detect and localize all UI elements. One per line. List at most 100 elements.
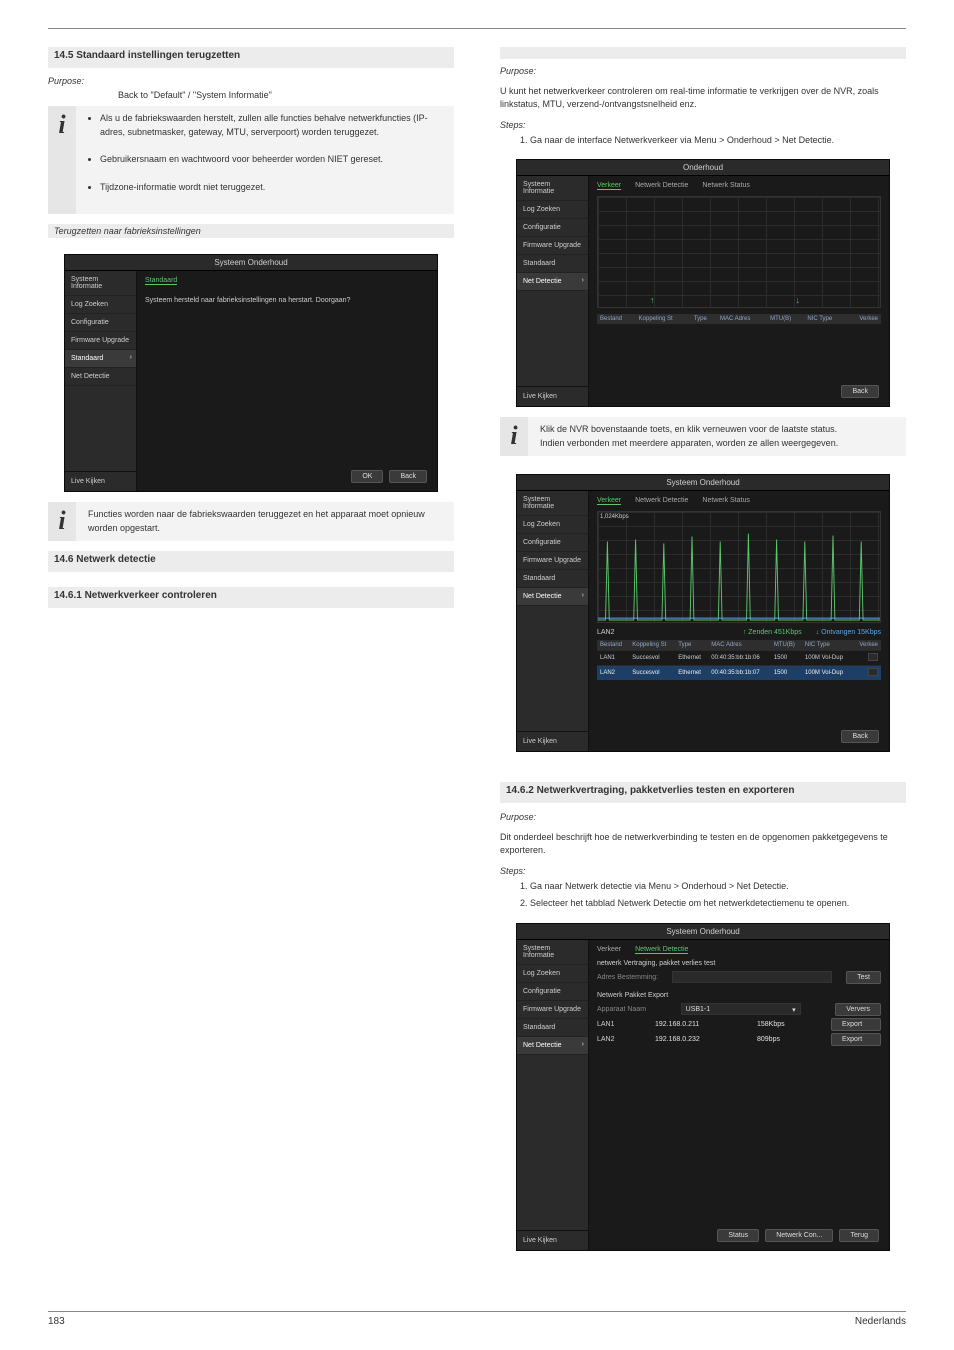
export-button[interactable]: Export xyxy=(831,1018,881,1031)
sidebar-item-netdetectie[interactable]: Net Detectie xyxy=(517,273,588,291)
restore-message: Systeem hersteld naar fabrieksinstelling… xyxy=(145,291,429,304)
col-nictype[interactable]: NIC Type xyxy=(802,640,853,651)
purpose-text-r: U kunt het netwerkverkeer controleren om… xyxy=(500,85,906,112)
sidebar-item-netdetectie[interactable]: Net Detectie xyxy=(65,368,136,386)
back-button[interactable]: Back xyxy=(389,470,427,483)
sidebar-item-firmware[interactable]: Firmware Upgrade xyxy=(517,1001,588,1019)
col-type[interactable]: Type xyxy=(691,314,717,324)
sidebar-item-systeminfo[interactable]: Systeem Informatie xyxy=(517,491,588,516)
sidebar-item-configuratie[interactable]: Configuratie xyxy=(517,983,588,1001)
steps-label: Steps: xyxy=(500,120,906,130)
tab-netdetectie[interactable]: Netwerk Detectie xyxy=(635,182,688,190)
refresh-button[interactable]: Ververs xyxy=(835,1003,881,1016)
purpose-label: Purpose: xyxy=(48,76,84,86)
back-button[interactable]: Back xyxy=(841,385,879,398)
col-mtu[interactable]: MTU(B) xyxy=(767,314,804,324)
dev-ip: 192.168.0.232 xyxy=(655,1036,751,1043)
live-kijken[interactable]: Live Kijken xyxy=(517,731,588,751)
live-kijken[interactable]: Live Kijken xyxy=(517,386,588,406)
sidebar-item-standaard[interactable]: Standaard xyxy=(65,350,136,368)
tab-netstatus[interactable]: Netwerk Status xyxy=(702,497,749,505)
table-row[interactable]: LAN2 Succesvol Ethernet 00:40:35:bb:1b:0… xyxy=(597,666,881,681)
sidebar-item-configuratie[interactable]: Configuratie xyxy=(517,534,588,552)
step-1: 1. Ga naar de interface Netwerkverkeer v… xyxy=(500,134,906,148)
col-nictype[interactable]: NIC Type xyxy=(804,314,847,324)
sidebar-item-logzoeken[interactable]: Log Zoeken xyxy=(517,201,588,219)
back-button[interactable]: Back xyxy=(841,730,879,743)
col-koppeling[interactable]: Koppeling St xyxy=(629,640,675,651)
live-kijken[interactable]: Live Kijken xyxy=(65,471,136,491)
back-button[interactable]: Terug xyxy=(839,1229,879,1242)
sidebar-item-standaard[interactable]: Standaard xyxy=(517,255,588,273)
section-14-6-2-title: 14.6.2 Netwerkvertraging, pakketverlies … xyxy=(506,785,900,796)
export-button[interactable]: Export xyxy=(831,1033,881,1046)
tab-netdetectie[interactable]: Netwerk Detectie xyxy=(635,497,688,505)
note-box-2: i Functies worden naar de fabriekswaarde… xyxy=(48,502,454,541)
col-verkeer[interactable]: Verkee xyxy=(847,314,881,324)
heading-back-line: Back to "Default" / "System Informatie" xyxy=(48,90,454,100)
tab-verkeer[interactable]: Verkeer xyxy=(597,182,621,190)
device-select[interactable]: USB1-1 ▾ xyxy=(681,1003,801,1015)
sidebar-item-systeminfo[interactable]: Systeem Informatie xyxy=(65,271,136,296)
sidebar-item-logzoeken[interactable]: Log Zoeken xyxy=(65,296,136,314)
sidebar-item-configuratie[interactable]: Configuratie xyxy=(517,219,588,237)
device-select-value: USB1-1 xyxy=(686,1006,711,1013)
tab-verkeer[interactable]: Verkeer xyxy=(597,946,621,954)
chevron-down-icon: ▾ xyxy=(792,1006,796,1014)
col-koppeling[interactable]: Koppeling St xyxy=(636,314,691,324)
sidebar-item-logzoeken[interactable]: Log Zoeken xyxy=(517,965,588,983)
subheading-delay: netwerk Vertraging, pakket verlies test xyxy=(597,960,881,967)
screenshot-verkeer-empty: Onderhoud Systeem Informatie Log Zoeken … xyxy=(516,159,890,407)
sidebar-item-logzoeken[interactable]: Log Zoeken xyxy=(517,516,588,534)
shot4-sidebar: Systeem Informatie Log Zoeken Configurat… xyxy=(517,940,589,1250)
test-button[interactable]: Test xyxy=(846,971,881,984)
col-verkeer[interactable]: Verkee xyxy=(853,640,881,651)
col-type[interactable]: Type xyxy=(675,640,708,651)
shot3-main: Verkeer Netwerk Detectie Netwerk Status … xyxy=(589,491,889,751)
shot4-title: Systeem Onderhoud xyxy=(517,924,889,940)
col-bestand[interactable]: Bestand xyxy=(597,640,629,651)
screenshot-verkeer-data: Systeem Onderhoud Systeem Informatie Log… xyxy=(516,474,890,752)
sidebar-item-systeminfo[interactable]: Systeem Informatie xyxy=(517,176,588,201)
section-14-5-title: 14.5 Standaard instellingen terugzetten xyxy=(54,50,448,61)
blank-band-top xyxy=(500,47,906,59)
tab-standaard[interactable]: Standaard xyxy=(145,277,177,285)
sidebar-item-firmware[interactable]: Firmware Upgrade xyxy=(517,552,588,570)
info-icon: i xyxy=(48,106,76,214)
tab-verkeer[interactable]: Verkeer xyxy=(597,497,621,505)
note-box-1: i Als u de fabriekswaarden herstelt, zul… xyxy=(48,106,454,214)
sidebar-item-firmware[interactable]: Firmware Upgrade xyxy=(65,332,136,350)
table-row[interactable]: LAN1 Succesvol Ethernet 00:40:35:bb:1b:0… xyxy=(597,651,881,666)
col-mtu[interactable]: MTU(B) xyxy=(771,640,802,651)
section-14-6-1: 14.6.1 Netwerkverkeer controleren xyxy=(48,587,454,608)
netcon-button[interactable]: Netwerk Con... xyxy=(765,1229,833,1242)
sidebar-item-standaard[interactable]: Standaard xyxy=(517,570,588,588)
addr-input[interactable] xyxy=(672,971,832,983)
tab-netdetectie[interactable]: Netwerk Detectie xyxy=(635,946,688,954)
sidebar-item-standaard[interactable]: Standaard xyxy=(517,1019,588,1037)
shot2-sidebar: Systeem Informatie Log Zoeken Configurat… xyxy=(517,176,589,406)
sidebar-item-configuratie[interactable]: Configuratie xyxy=(65,314,136,332)
col-bestand[interactable]: Bestand xyxy=(597,314,636,324)
shot2-title: Onderhoud xyxy=(517,160,889,176)
status-button[interactable]: Status xyxy=(717,1229,759,1242)
sidebar-item-firmware[interactable]: Firmware Upgrade xyxy=(517,237,588,255)
note1-item2: Gebruikersnaam en wachtwoord voor beheer… xyxy=(100,153,446,167)
section-14-6-2: 14.6.2 Netwerkvertraging, pakketverlies … xyxy=(500,782,906,803)
tab-netstatus[interactable]: Netwerk Status xyxy=(702,182,749,190)
note1-item1: Als u de fabriekswaarden herstelt, zulle… xyxy=(100,112,446,139)
traffic-chart-data: 1,024Kbps xyxy=(597,511,881,623)
col-mac[interactable]: MAC Adres xyxy=(708,640,771,651)
ok-button[interactable]: OK xyxy=(351,470,383,483)
sidebar-item-netdetectie[interactable]: Net Detectie xyxy=(517,1037,588,1055)
sidebar-item-systeminfo[interactable]: Systeem Informatie xyxy=(517,940,588,965)
shot1-title: Systeem Onderhoud xyxy=(65,255,437,271)
page-footer: 183 Nederlands xyxy=(48,1312,906,1327)
cell-nic: 100M Vol-Dup xyxy=(802,666,853,681)
subheading-export: Netwerk Pakket Export xyxy=(597,992,881,999)
col-mac[interactable]: MAC Adres xyxy=(717,314,767,324)
sidebar-item-netdetectie[interactable]: Net Detectie xyxy=(517,588,588,606)
section-14-6: 14.6 Netwerk detectie xyxy=(48,551,454,572)
traffic-chart-empty: ↑ ↓ xyxy=(597,196,881,308)
live-kijken[interactable]: Live Kijken xyxy=(517,1230,588,1250)
